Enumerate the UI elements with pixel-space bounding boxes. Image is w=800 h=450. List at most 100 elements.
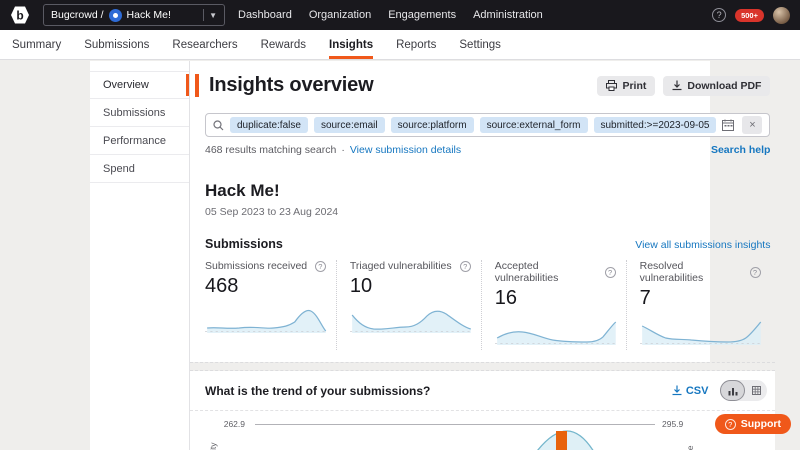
- csv-link-label: CSV: [685, 384, 709, 397]
- print-button[interactable]: Print: [597, 75, 656, 96]
- sidebar-item-submissions[interactable]: Submissions: [90, 99, 189, 127]
- csv-download-link[interactable]: CSV: [672, 384, 709, 397]
- nav-item-organization[interactable]: Organization: [309, 9, 371, 21]
- filter-pill-source-email[interactable]: source:email: [313, 117, 385, 133]
- stat-card-accepted: Accepted vulnerabilities ? 16: [480, 260, 626, 350]
- stat-label: Triaged vulnerabilities: [349, 260, 452, 272]
- program-name-heading: Hack Me!: [205, 181, 280, 200]
- view-all-submissions-insights-link[interactable]: View all submissions insights: [635, 239, 770, 251]
- selector-divider: [203, 9, 205, 21]
- trend-actions: CSV: [672, 380, 768, 401]
- clear-search-button[interactable]: ×: [742, 116, 763, 134]
- nav-item-dashboard[interactable]: Dashboard: [238, 9, 292, 21]
- date-range: 05 Sep 2023 to 23 Aug 2024: [205, 206, 339, 218]
- tab-submissions[interactable]: Submissions: [84, 30, 149, 59]
- download-icon: [672, 385, 682, 396]
- search-help-link[interactable]: Search help: [711, 144, 771, 156]
- content-panel: Overview Submissions Performance Spend I…: [90, 61, 776, 450]
- table-icon: [751, 386, 761, 395]
- page-head: Insights overview Print Download PDF: [195, 74, 775, 97]
- sparkline-chart-triaged: [349, 310, 473, 333]
- download-pdf-button[interactable]: Download PDF: [663, 75, 771, 96]
- filter-pill-source-external-form[interactable]: source:external_form: [479, 117, 588, 133]
- download-pdf-button-label: Download PDF: [687, 79, 762, 92]
- trend-plot: [537, 430, 594, 450]
- support-button-label: Support: [740, 418, 781, 430]
- insights-sidebar: Overview Submissions Performance Spend: [90, 61, 190, 450]
- question-icon[interactable]: ?: [314, 260, 326, 272]
- nav-item-engagements[interactable]: Engagements: [388, 9, 456, 21]
- section-divider: [190, 362, 776, 371]
- tab-reports[interactable]: Reports: [396, 30, 436, 59]
- nav-item-administration[interactable]: Administration: [473, 9, 543, 21]
- brand-crumb: Bugcrowd /: [51, 9, 104, 21]
- screen: b Bugcrowd / Hack Me! ▼ Dashboard Organi…: [0, 0, 800, 450]
- help-icon[interactable]: ?: [712, 8, 727, 22]
- sidebar-item-performance[interactable]: Performance: [90, 127, 189, 155]
- trend-head: What is the trend of your submissions? C…: [205, 380, 768, 401]
- chevron-down-icon: ▼: [209, 10, 217, 20]
- bar-chart-icon: [728, 387, 738, 395]
- question-icon[interactable]: ?: [749, 266, 761, 278]
- stat-card-triaged: Triaged vulnerabilities ? 10: [335, 260, 481, 350]
- bugcrowd-logo[interactable]: b: [10, 5, 30, 25]
- left-axis-tick: 262.9: [223, 419, 245, 429]
- table-view-toggle[interactable]: [745, 386, 767, 395]
- chart-table-toggle: [720, 380, 768, 401]
- calendar-icon[interactable]: [722, 119, 735, 131]
- trend-chart: 262.9 175.3 87.6 Total by severity 295.9…: [190, 411, 775, 450]
- stat-card-top: Triaged vulnerabilities ?: [350, 260, 473, 272]
- stat-value: 10: [349, 275, 373, 297]
- support-button[interactable]: ? Support: [714, 414, 791, 434]
- program-tabs: Summary Submissions Researchers Rewards …: [0, 30, 800, 60]
- filter-pill-submitted-date[interactable]: submitted:>=2023-09-05: [593, 117, 717, 133]
- tab-insights[interactable]: Insights: [329, 30, 374, 59]
- program-selector[interactable]: Bugcrowd / Hack Me! ▼: [43, 4, 225, 26]
- question-icon[interactable]: ?: [459, 260, 471, 272]
- topbar: b Bugcrowd / Hack Me! ▼ Dashboard Organi…: [0, 0, 800, 30]
- stat-value: 7: [639, 287, 651, 309]
- sparkline-chart-submissions-received: [205, 309, 328, 333]
- stat-card-resolved: Resolved vulnerabilities ? 7: [625, 260, 771, 350]
- stat-label: Resolved vulnerabilities: [639, 260, 704, 284]
- tab-researchers[interactable]: Researchers: [172, 30, 237, 59]
- view-submission-details-link[interactable]: View submission details: [350, 144, 461, 156]
- filter-pill-duplicate[interactable]: duplicate:false: [230, 117, 308, 133]
- sparkline-chart-resolved: [639, 321, 763, 345]
- head-actions: Print Download PDF: [597, 75, 771, 96]
- trend-card: What is the trend of your submissions? C…: [190, 371, 776, 450]
- tab-settings[interactable]: Settings: [459, 30, 501, 59]
- filter-pill-source-platform[interactable]: source:platform: [390, 117, 474, 133]
- left-axis-label: Total by severity: [208, 443, 218, 450]
- notification-badge[interactable]: 500+: [735, 8, 764, 22]
- search-input[interactable]: duplicate:false source:email source:plat…: [205, 113, 771, 137]
- question-icon: ?: [724, 418, 736, 430]
- sidebar-item-spend[interactable]: Spend: [90, 155, 189, 183]
- results-count: 468 results matching search: [205, 144, 337, 156]
- close-icon: ×: [749, 119, 756, 131]
- tab-summary[interactable]: Summary: [12, 30, 61, 59]
- submissions-section-title: Submissions: [205, 237, 283, 251]
- top-navigation: Dashboard Organization Engagements Admin…: [238, 9, 543, 21]
- stat-label: Submissions received: [205, 260, 308, 272]
- stat-card-top: Submissions received ?: [205, 260, 328, 272]
- print-button-label: Print: [622, 79, 647, 92]
- search-icon: [213, 119, 224, 130]
- submissions-head: Submissions View all submissions insight…: [205, 237, 770, 251]
- printer-icon: [606, 80, 618, 91]
- stat-card-submissions-received: Submissions received ? 468: [205, 260, 336, 350]
- tab-rewards[interactable]: Rewards: [261, 30, 306, 59]
- sidebar-item-overview[interactable]: Overview: [90, 71, 189, 99]
- stat-label: Accepted vulnerabilities: [494, 260, 559, 284]
- stat-cards: Submissions received ? 468 Triaged vulne…: [205, 260, 770, 350]
- program-avatar: [108, 8, 122, 22]
- right-axis-tick: 295.9: [662, 419, 684, 429]
- right-axis-label: Total by volume: [685, 445, 695, 450]
- sparkline-chart-accepted: [494, 321, 618, 345]
- user-avatar[interactable]: [773, 6, 790, 24]
- question-icon[interactable]: ?: [604, 266, 616, 278]
- download-icon: [672, 80, 682, 91]
- topbar-right: ? 500+: [712, 6, 790, 24]
- chart-view-toggle[interactable]: [720, 380, 746, 401]
- results-separator: ·: [341, 144, 345, 156]
